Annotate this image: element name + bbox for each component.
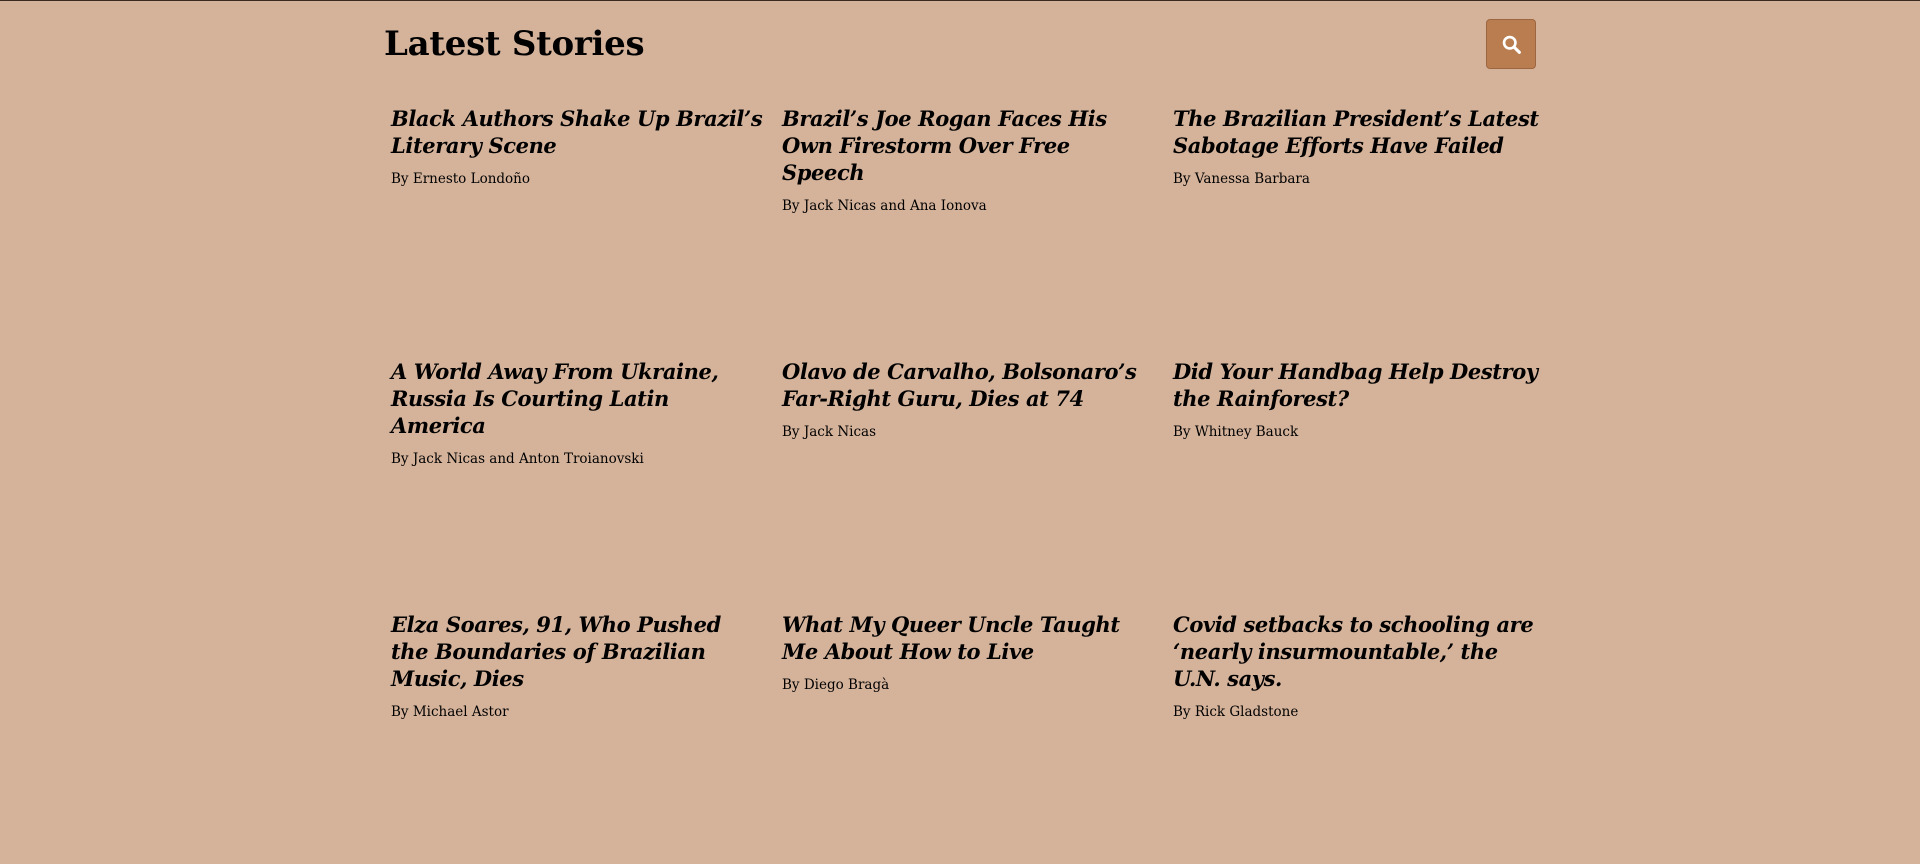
story-byline: By Michael Astor: [391, 704, 509, 720]
story-byline: By Jack Nicas: [782, 424, 876, 440]
story-title-link[interactable]: Did Your Handbag Help Destroy the Rainfo…: [1173, 358, 1546, 412]
story-card: Did Your Handbag Help Destroy the Rainfo…: [1173, 358, 1546, 611]
story-byline: By Ernesto Londoño: [391, 171, 530, 187]
search-icon: [1501, 34, 1522, 55]
story-title-link[interactable]: Brazil’s Joe Rogan Faces His Own Firesto…: [782, 105, 1155, 186]
header: Latest Stories: [384, 1, 1536, 87]
story-card: Olavo de Carvalho, Bolsonaro’s Far-Right…: [782, 358, 1155, 611]
story-title-link[interactable]: A World Away From Ukraine, Russia Is Cou…: [391, 358, 764, 439]
story-title-link[interactable]: Covid setbacks to schooling are ‘nearly …: [1173, 611, 1546, 692]
story-title-link[interactable]: Elza Soares, 91, Who Pushed the Boundari…: [391, 611, 764, 692]
search-button[interactable]: [1486, 19, 1536, 69]
story-title-link[interactable]: The Brazilian President’s Latest Sabotag…: [1173, 105, 1546, 159]
story-card: A World Away From Ukraine, Russia Is Cou…: [391, 358, 764, 611]
story-card: Brazil’s Joe Rogan Faces His Own Firesto…: [782, 105, 1155, 358]
story-byline: By Jack Nicas and Anton Troianovski: [391, 451, 644, 467]
page-title: Latest Stories: [384, 24, 645, 64]
story-card: The Brazilian President’s Latest Sabotag…: [1173, 105, 1546, 358]
story-card: Black Authors Shake Up Brazil’s Literary…: [391, 105, 764, 358]
story-byline: By Vanessa Barbara: [1173, 171, 1310, 187]
story-card: What My Queer Uncle Taught Me About How …: [782, 611, 1155, 864]
page: Latest Stories Black Authors Shake Up Br…: [0, 1, 1920, 855]
story-byline: By Diego Bragà: [782, 677, 890, 693]
story-title-link[interactable]: Black Authors Shake Up Brazil’s Literary…: [391, 105, 764, 159]
story-grid: Black Authors Shake Up Brazil’s Literary…: [391, 105, 1539, 864]
story-byline: By Jack Nicas and Ana Ionova: [782, 198, 987, 214]
story-byline: By Whitney Bauck: [1173, 424, 1299, 440]
story-byline: By Rick Gladstone: [1173, 704, 1299, 720]
story-title-link[interactable]: Olavo de Carvalho, Bolsonaro’s Far-Right…: [782, 358, 1155, 412]
story-title-link[interactable]: What My Queer Uncle Taught Me About How …: [782, 611, 1155, 665]
story-card: Elza Soares, 91, Who Pushed the Boundari…: [391, 611, 764, 864]
story-card: Covid setbacks to schooling are ‘nearly …: [1173, 611, 1546, 864]
